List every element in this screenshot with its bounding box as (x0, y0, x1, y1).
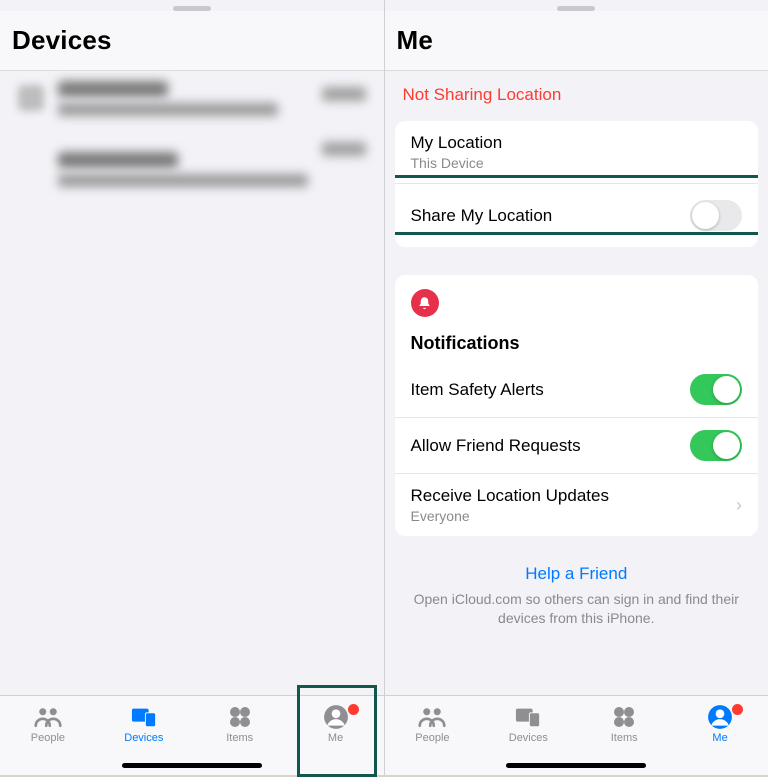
tab-label: Items (226, 732, 253, 744)
devices-list (0, 71, 384, 695)
my-location-sub: This Device (411, 155, 503, 171)
tab-people[interactable]: People (385, 704, 481, 744)
help-a-friend-description: Open iCloud.com so others can sign in an… (409, 590, 745, 628)
share-my-location-cell[interactable]: Share My Location (395, 183, 759, 247)
tab-label: Me (712, 732, 727, 744)
receive-updates-label: Receive Location Updates (411, 486, 609, 506)
bell-icon (411, 289, 439, 317)
location-card: My Location This Device Share My Locatio… (395, 121, 759, 247)
notifications-card: Notifications Item Safety Alerts Allow F… (395, 275, 759, 536)
chevron-right-icon: › (736, 495, 742, 516)
tab-label: Devices (509, 732, 548, 744)
friend-requests-cell[interactable]: Allow Friend Requests (395, 417, 759, 473)
receive-updates-sub: Everyone (411, 508, 609, 524)
device-distance-redacted (322, 142, 366, 156)
friend-requests-label: Allow Friend Requests (411, 436, 581, 456)
tab-bar: People Devices Items Me (0, 695, 384, 775)
tab-bar: People Devices Items Me (385, 695, 768, 775)
device-row[interactable] (0, 71, 384, 126)
tab-label: Items (611, 732, 638, 744)
items-icon (610, 704, 638, 730)
tab-me[interactable]: Me (288, 704, 384, 744)
my-location-cell[interactable]: My Location This Device (395, 121, 759, 183)
item-safety-toggle[interactable] (690, 374, 742, 405)
me-header: Me (385, 11, 768, 71)
share-location-label: Share My Location (411, 206, 553, 226)
tab-items[interactable]: Items (576, 704, 672, 744)
tab-devices[interactable]: Devices (480, 704, 576, 744)
friend-requests-toggle[interactable] (690, 430, 742, 461)
device-name-redacted (58, 152, 178, 168)
device-row[interactable] (0, 142, 384, 197)
me-icon (706, 704, 734, 730)
tab-label: Devices (124, 732, 163, 744)
device-name-redacted (58, 81, 168, 97)
tab-label: People (415, 732, 449, 744)
people-icon (34, 704, 62, 730)
devices-header: Devices (0, 11, 384, 71)
notification-badge (347, 703, 360, 716)
me-pane: Me Not Sharing Location My Location This… (385, 0, 768, 775)
people-icon (418, 704, 446, 730)
notification-badge (731, 703, 744, 716)
receive-updates-cell[interactable]: Receive Location Updates Everyone › (395, 473, 759, 536)
devices-icon (130, 704, 158, 730)
tab-devices[interactable]: Devices (96, 704, 192, 744)
me-icon (322, 704, 350, 730)
tab-label: Me (328, 732, 343, 744)
items-icon (226, 704, 254, 730)
device-sub-redacted (58, 103, 278, 116)
home-indicator[interactable] (506, 763, 646, 768)
notifications-header (395, 275, 759, 333)
my-location-label: My Location (411, 133, 503, 153)
device-sub-redacted (58, 174, 308, 187)
tab-people[interactable]: People (0, 704, 96, 744)
device-distance-redacted (322, 87, 366, 101)
devices-icon (514, 704, 542, 730)
device-icon (18, 85, 44, 111)
notifications-title: Notifications (395, 333, 759, 362)
devices-pane: Devices People (0, 0, 385, 775)
page-title: Devices (12, 25, 112, 56)
page-title: Me (397, 25, 434, 56)
tab-items[interactable]: Items (192, 704, 288, 744)
tab-me[interactable]: Me (672, 704, 768, 744)
help-a-friend-link[interactable]: Help a Friend (385, 564, 768, 584)
tab-label: People (31, 732, 65, 744)
item-safety-label: Item Safety Alerts (411, 380, 544, 400)
share-location-toggle[interactable] (690, 200, 742, 231)
item-safety-cell[interactable]: Item Safety Alerts (395, 362, 759, 417)
me-content: Not Sharing Location My Location This De… (385, 71, 768, 695)
home-indicator[interactable] (122, 763, 262, 768)
sharing-status: Not Sharing Location (385, 71, 768, 121)
